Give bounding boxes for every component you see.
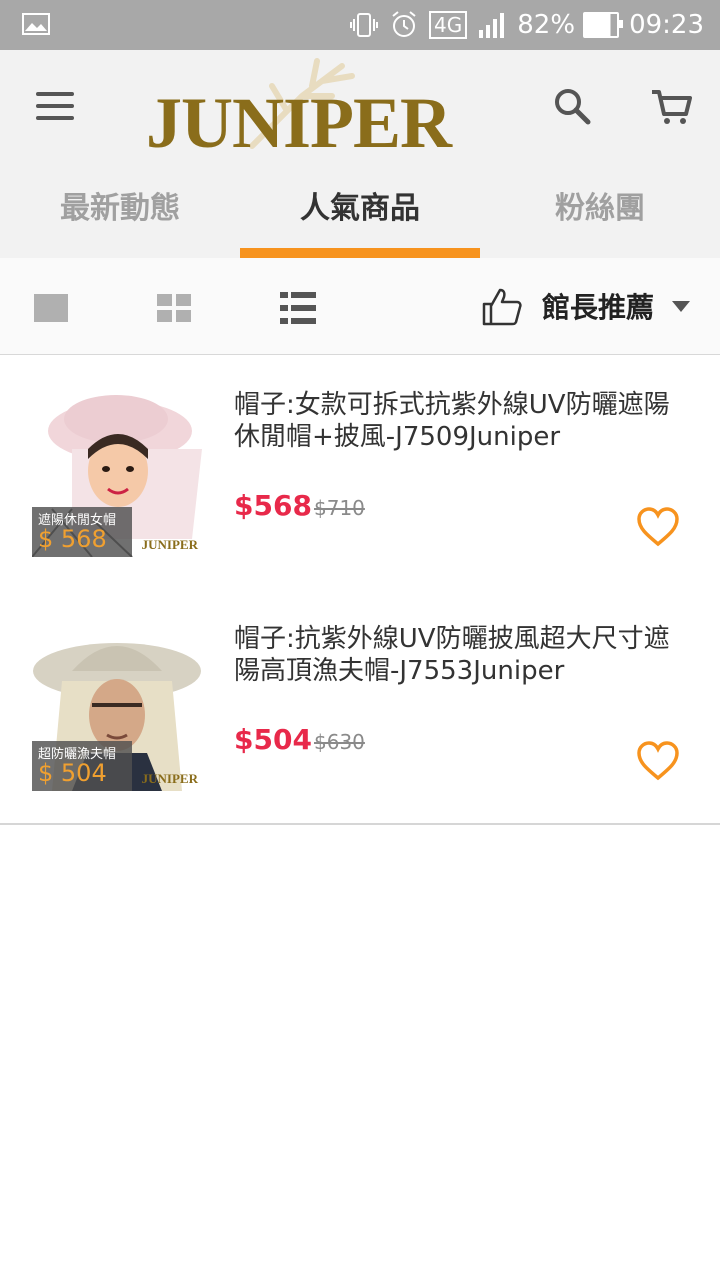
heart-icon[interactable] [636, 741, 680, 781]
tab-popular-products[interactable]: 人氣商品 [240, 160, 480, 258]
thumbs-up-icon [482, 288, 522, 326]
thumbnail-badge-price: $ 504 [38, 759, 107, 787]
tab-latest-news[interactable]: 最新動態 [0, 160, 240, 258]
product-title[interactable]: 帽子:女款可拆式抗紫外線UV防曬遮陽休閒帽+披風-J7509Juniper [234, 389, 684, 453]
battery-percent: 82% [517, 10, 576, 40]
thumbnail-price-badge: 遮陽休閒女帽 $ 568 [32, 507, 132, 557]
tab-fan-page[interactable]: 粉絲團 [480, 160, 720, 258]
battery-status: 82% [517, 10, 624, 40]
tab-bar: 最新動態 人氣商品 粉絲團 [0, 160, 720, 258]
product-thumbnail[interactable]: 遮陽休閒女帽 $ 568 JUNIPER [32, 389, 202, 557]
product-list-item[interactable]: 超防曬漁夫帽 $ 504 JUNIPER 帽子:抗紫外線UV防曬披風超大尺寸遮陽… [0, 589, 720, 825]
product-price: $504 [234, 723, 312, 756]
cart-icon[interactable] [650, 86, 694, 126]
product-thumbnail[interactable]: 超防曬漁夫帽 $ 504 JUNIPER [32, 623, 202, 791]
clock: 09:23 [629, 10, 704, 40]
product-list-item[interactable]: 遮陽休閒女帽 $ 568 JUNIPER 帽子:女款可拆式抗紫外線UV防曬遮陽休… [0, 355, 720, 591]
grid-view-icon[interactable] [157, 294, 191, 322]
thumbnail-badge-price: $ 568 [38, 525, 107, 553]
product-original-price: $710 [314, 496, 365, 520]
sort-label: 館長推薦 [542, 291, 655, 324]
gallery-notification-icon [22, 13, 50, 35]
sort-dropdown[interactable]: 館長推薦 [480, 282, 691, 330]
status-bar: 4G 82% 09:23 [0, 0, 720, 50]
view-sort-toolbar: 館長推薦 [0, 258, 720, 355]
logo-text: JUNIPER [146, 83, 452, 163]
battery-icon [583, 12, 624, 38]
single-view-icon[interactable] [34, 294, 68, 322]
thumbnail-price-badge: 超防曬漁夫帽 $ 504 [32, 741, 132, 791]
chevron-down-icon [672, 300, 691, 312]
search-icon[interactable] [552, 86, 592, 126]
menu-icon[interactable] [36, 92, 74, 120]
thumbnail-brand: JUNIPER [141, 537, 198, 552]
alarm-icon [392, 11, 416, 37]
list-view-icon[interactable] [280, 292, 316, 324]
app-header: JUNIPER 最新動態 人氣商品 粉絲團 [0, 50, 720, 258]
product-title[interactable]: 帽子:抗紫外線UV防曬披風超大尺寸遮陽高頂漁夫帽-J7553Juniper [234, 623, 684, 687]
product-price: $568 [234, 489, 312, 522]
thumbnail-brand: JUNIPER [141, 771, 198, 786]
heart-icon[interactable] [636, 507, 680, 547]
signal-icon [479, 13, 505, 38]
vibrate-icon [350, 13, 379, 37]
brand-logo: JUNIPER [142, 56, 452, 163]
network-label: 4G [429, 11, 468, 39]
status-bar-right: 4G 82% 09:23 [349, 0, 704, 50]
product-original-price: $630 [314, 730, 365, 754]
